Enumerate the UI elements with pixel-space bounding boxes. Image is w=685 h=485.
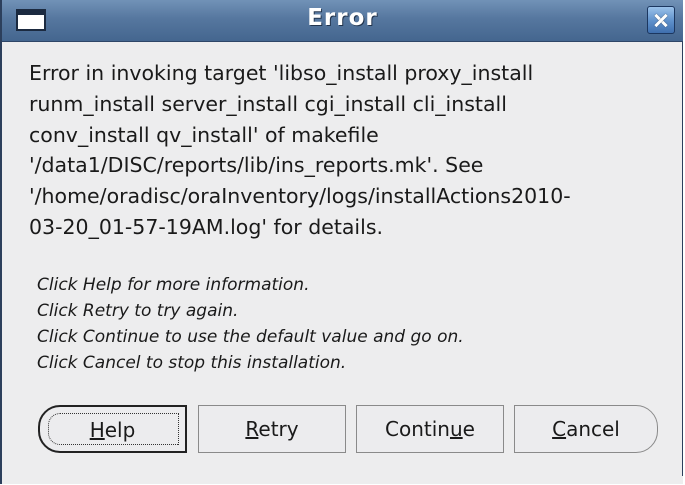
error-dialog: Error Error in invoking target 'libso_in… bbox=[0, 0, 683, 484]
hint-retry: Click Retry to try again. bbox=[37, 301, 239, 321]
retry-button-label: Retry bbox=[245, 406, 298, 452]
dialog-title: Error bbox=[307, 5, 378, 31]
error-message-line: 03-20_01-57-19AM.log' for details. bbox=[29, 214, 384, 239]
error-message-line: '/data1/DISC/reports/lib/ins_reports.mk'… bbox=[29, 153, 484, 178]
retry-mnemonic: R bbox=[245, 417, 259, 441]
continue-label-pre: Contin bbox=[385, 417, 450, 441]
hint-cancel: Click Cancel to stop this installation. bbox=[37, 353, 347, 373]
close-icon[interactable] bbox=[647, 6, 675, 34]
retry-label-rest: etry bbox=[258, 417, 299, 441]
cancel-button-label: Cancel bbox=[552, 406, 620, 452]
error-message-line: conv_install qv_install' of makefile bbox=[29, 122, 379, 147]
error-message-line: runm_install server_install cgi_install … bbox=[29, 91, 507, 116]
error-message-line: Error in invoking target 'libso_install … bbox=[29, 61, 534, 85]
retry-button[interactable]: Retry bbox=[198, 405, 346, 453]
instructions: Click Help for more information. Click R… bbox=[37, 272, 667, 376]
continue-button[interactable]: Continue bbox=[356, 405, 504, 453]
title-bar[interactable]: Error bbox=[2, 0, 683, 42]
cancel-label-rest: ancel bbox=[566, 417, 620, 441]
continue-mnemonic: u bbox=[449, 417, 463, 441]
cancel-mnemonic: C bbox=[552, 417, 567, 441]
focus-ring bbox=[48, 413, 179, 445]
help-button[interactable]: Help bbox=[38, 405, 187, 453]
error-message-line: '/home/oradisc/oraInventory/logs/install… bbox=[29, 184, 571, 209]
continue-label-post: e bbox=[462, 417, 475, 441]
continue-button-label: Continue bbox=[385, 406, 475, 452]
hint-continue: Click Continue to use the default value … bbox=[37, 327, 464, 347]
cancel-button[interactable]: Cancel bbox=[514, 405, 658, 453]
button-bar: Help Retry Continue Cancel bbox=[2, 405, 683, 455]
dialog-bottom bbox=[2, 476, 683, 484]
hint-help: Click Help for more information. bbox=[37, 275, 310, 295]
error-message: Error in invoking target 'libso_install … bbox=[29, 58, 669, 243]
